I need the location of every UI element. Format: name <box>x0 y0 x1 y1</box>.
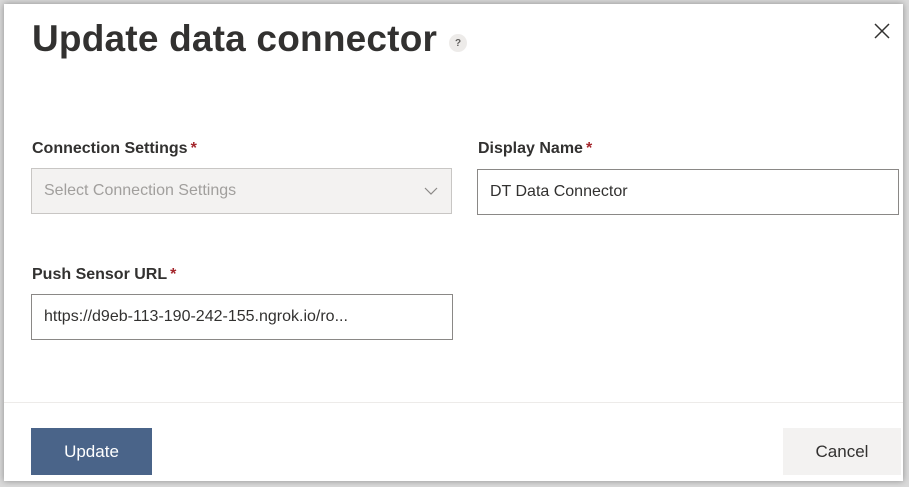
connection-settings-label-text: Connection Settings <box>32 140 188 157</box>
close-icon <box>874 23 890 39</box>
update-button[interactable]: Update <box>31 428 152 475</box>
required-asterisk: * <box>170 266 177 283</box>
help-icon[interactable]: ? <box>449 34 468 52</box>
update-data-connector-dialog: Update data connector ? Connection Setti… <box>4 4 903 481</box>
display-name-label-text: Display Name <box>478 140 583 157</box>
cancel-button[interactable]: Cancel <box>783 428 901 475</box>
required-asterisk: * <box>585 140 593 157</box>
connection-settings-label: Connection Settings * <box>32 140 197 158</box>
required-asterisk: * <box>190 140 197 157</box>
push-sensor-url-value: https://d9eb-113-190-242-155.ngrok.io/ro… <box>44 308 348 325</box>
connection-settings-dropdown[interactable]: Select Connection Settings <box>31 168 452 214</box>
push-sensor-url-label-text: Push Sensor URL <box>32 266 168 283</box>
push-sensor-url-label: Push Sensor URL * <box>32 266 176 284</box>
display-name-value: DT Data Connector <box>490 183 628 200</box>
display-name-label: Display Name * <box>478 140 592 158</box>
chevron-down-icon <box>424 187 438 195</box>
display-name-input[interactable]: DT Data Connector <box>477 169 899 215</box>
dialog-title: Update data connector <box>32 18 438 59</box>
close-button[interactable] <box>871 20 893 42</box>
footer-divider <box>4 402 903 403</box>
push-sensor-url-input[interactable]: https://d9eb-113-190-242-155.ngrok.io/ro… <box>31 294 453 340</box>
dialog-header: Update data connector ? <box>32 18 468 60</box>
connection-settings-placeholder: Select Connection Settings <box>44 182 237 199</box>
